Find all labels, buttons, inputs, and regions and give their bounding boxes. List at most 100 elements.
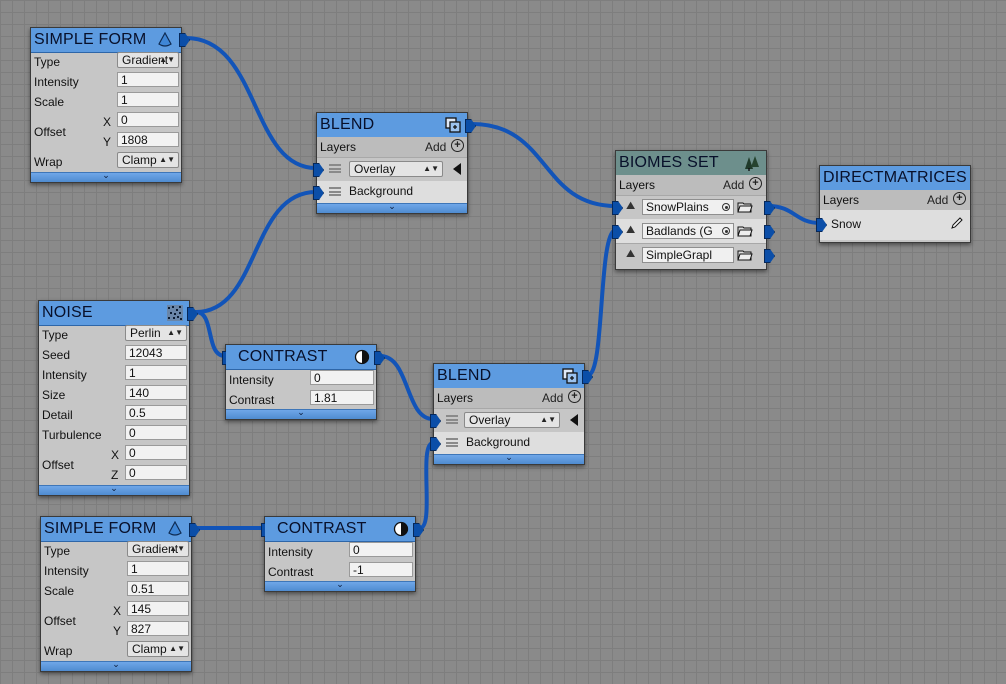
layer-name: Snow [831, 217, 862, 231]
node-header[interactable]: CONTRAST [265, 517, 415, 542]
folder-open-icon[interactable] [737, 201, 753, 213]
node-header[interactable]: BLEND [434, 364, 584, 389]
folder-open-icon[interactable] [737, 249, 753, 261]
folder-open-icon[interactable] [737, 225, 753, 237]
offset-x-field[interactable]: 0 [117, 112, 179, 127]
input-port[interactable] [430, 414, 441, 428]
collapse-arrow-icon[interactable] [453, 163, 461, 175]
contrast-field[interactable]: 1.81 [310, 390, 374, 405]
blend-mode-select[interactable]: Overlay ▲▼ [349, 161, 443, 177]
collapse-bar[interactable]: ⌄ [39, 484, 189, 495]
intensity-field[interactable]: 0 [310, 370, 374, 385]
input-port[interactable] [612, 201, 623, 215]
turbulence-field[interactable]: 0 [125, 425, 187, 440]
blend-mode-value: Overlay [469, 413, 511, 427]
drag-handle-icon[interactable] [446, 438, 458, 447]
add-layer-icon[interactable]: + [749, 177, 762, 190]
node-header[interactable]: SIMPLE FORM [31, 28, 181, 53]
output-port[interactable] [465, 119, 476, 133]
biome-layer-row[interactable]: ⛰ Badlands (G [612, 219, 775, 244]
biome-icon: ⛰ [626, 248, 636, 260]
drag-handle-icon[interactable] [446, 415, 458, 424]
collapse-bar[interactable]: ⌄ [226, 408, 376, 419]
drag-handle-icon[interactable] [329, 164, 341, 173]
node-header[interactable]: DIRECTMATRICES [820, 166, 970, 191]
layer-row[interactable]: Overlay ▲▼ [430, 408, 584, 433]
intensity-field[interactable]: 1 [125, 365, 187, 380]
input-port[interactable] [313, 163, 324, 177]
output-port[interactable] [582, 370, 593, 384]
object-picker-icon[interactable] [722, 227, 730, 235]
size-field[interactable]: 140 [125, 385, 187, 400]
biome-layer-row[interactable]: ⛰ SnowPlains [612, 195, 775, 220]
noise-node[interactable]: NOISE Type Perlin ▲▼ Seed 12043 Intensity… [38, 300, 198, 496]
input-port[interactable] [430, 437, 441, 451]
layer-row[interactable]: Overlay ▲▼ [313, 157, 467, 182]
node-header[interactable]: BLEND [317, 113, 467, 138]
type-select[interactable]: Gradient ▲▼ [117, 52, 179, 68]
intensity-field[interactable]: 0 [349, 542, 413, 557]
output-port[interactable] [413, 523, 424, 537]
intensity-field[interactable]: 1 [117, 72, 179, 87]
pencil-icon[interactable] [950, 216, 964, 230]
input-port[interactable] [816, 218, 827, 232]
detail-field[interactable]: 0.5 [125, 405, 187, 420]
node-header[interactable]: NOISE [39, 301, 189, 326]
scale-field[interactable]: 1 [117, 92, 179, 107]
collapse-bar[interactable]: ⌄ [317, 202, 467, 213]
simple-form-node[interactable]: SIMPLE FORM Type Gradient ▲▼ Intensity 1 … [30, 27, 190, 183]
blend-mode-value: Overlay [354, 162, 396, 176]
scale-field[interactable]: 0.51 [127, 581, 189, 596]
biome-layer-row[interactable]: ⛰ SimpleGrapl [616, 243, 775, 267]
layer-row[interactable]: Snow [816, 210, 970, 240]
output-port[interactable] [374, 351, 385, 365]
output-port[interactable] [764, 249, 775, 263]
type-select[interactable]: Perlin ▲▼ [125, 325, 187, 341]
input-port[interactable] [612, 225, 623, 239]
output-port[interactable] [189, 523, 200, 537]
output-port[interactable] [764, 201, 775, 215]
output-port[interactable] [187, 307, 198, 321]
simple-form-node[interactable]: SIMPLE FORM Type Gradient ▲▼ Intensity 1 … [40, 516, 200, 672]
biome-object-field[interactable]: SnowPlains [642, 199, 734, 215]
biome-object-field[interactable]: Badlands (G [642, 223, 734, 239]
collapse-bar[interactable]: ⌄ [434, 453, 584, 464]
collapse-bar[interactable]: ⌄ [265, 580, 415, 591]
node-title: SIMPLE FORM [34, 31, 147, 48]
node-header[interactable]: BIOMES SET [616, 151, 766, 176]
add-layer-icon[interactable]: + [451, 139, 464, 152]
object-picker-icon[interactable] [722, 203, 730, 211]
node-header[interactable]: SIMPLE FORM [41, 517, 191, 542]
blend-node[interactable]: BLEND Layers Add + Overlay ▲▼ Background … [430, 363, 593, 465]
output-port[interactable] [179, 33, 190, 47]
collapse-bar[interactable]: ⌄ [31, 171, 181, 182]
intensity-field[interactable]: 1 [127, 561, 189, 576]
biomes-set-node[interactable]: BIOMES SET Layers Add + ⛰ SnowPlains ⛰ B… [612, 150, 775, 270]
collapse-arrow-icon[interactable] [570, 414, 578, 426]
contrast-field[interactable]: -1 [349, 562, 413, 577]
offset-y-field[interactable]: 827 [127, 621, 189, 636]
layer-row[interactable]: Background [430, 432, 584, 454]
add-layer-icon[interactable]: + [953, 192, 966, 205]
direct-matrices-node[interactable]: DIRECTMATRICES Layers Add + Snow [816, 165, 971, 243]
input-port[interactable] [313, 186, 324, 200]
type-select[interactable]: Gradient ▲▼ [127, 541, 189, 557]
collapse-bar[interactable]: ⌄ [41, 660, 191, 671]
offset-x-field[interactable]: 145 [127, 601, 189, 616]
wrap-select[interactable]: Clamp ▲▼ [117, 152, 179, 168]
offset-x-field[interactable]: 0 [125, 445, 187, 460]
contrast-node[interactable]: CONTRAST Intensity 0 Contrast -1 ⌄ [261, 516, 424, 592]
blend-mode-select[interactable]: Overlay ▲▼ [464, 412, 560, 428]
drag-handle-icon[interactable] [329, 187, 341, 196]
wrap-select[interactable]: Clamp ▲▼ [127, 641, 189, 657]
offset-y-field[interactable]: 1808 [117, 132, 179, 147]
node-header[interactable]: CONTRAST [226, 345, 376, 370]
offset-z-field[interactable]: 0 [125, 465, 187, 480]
biome-object-field[interactable]: SimpleGrapl [642, 247, 734, 263]
contrast-node[interactable]: CONTRAST Intensity 0 Contrast 1.81 ⌄ [222, 344, 385, 420]
seed-field[interactable]: 12043 [125, 345, 187, 360]
add-layer-icon[interactable]: + [568, 390, 581, 403]
blend-node[interactable]: BLEND Layers Add + Overlay ▲▼ Background … [313, 112, 476, 214]
layer-row[interactable]: Background [313, 181, 467, 203]
output-port[interactable] [764, 225, 775, 239]
